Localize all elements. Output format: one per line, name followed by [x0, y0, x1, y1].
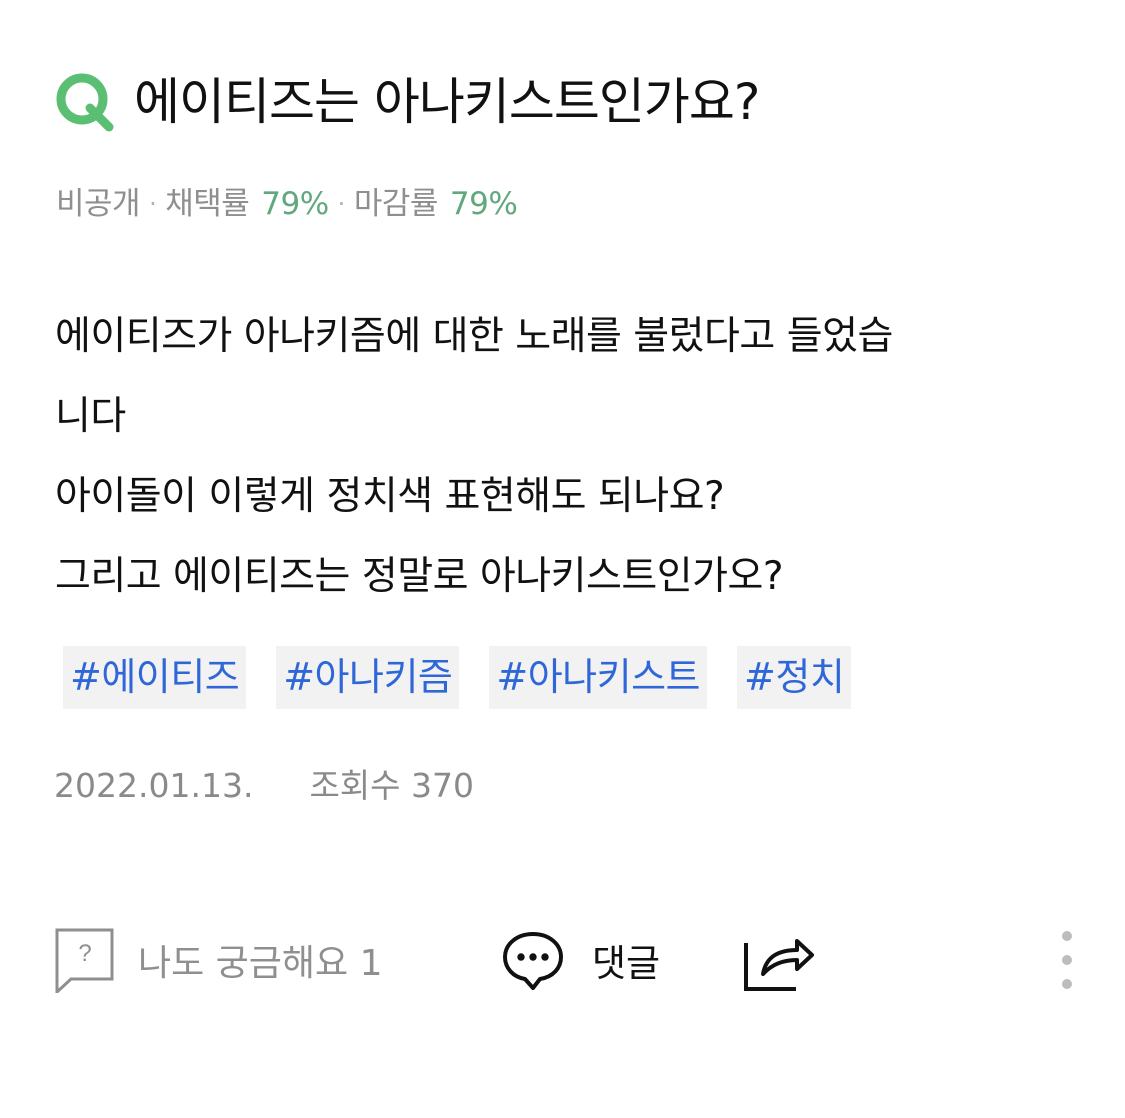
adoption-rate-label: 채택률: [165, 186, 250, 222]
more-options-button[interactable]: [1052, 925, 1082, 995]
post-date: 2022.01.13.: [54, 766, 254, 805]
comment-label: 댓글: [592, 942, 661, 985]
question-actions: ? 나도 궁금해요 1 댓글: [54, 925, 1084, 995]
tag-anarchism[interactable]: #아나키즘: [276, 646, 460, 709]
question-body: 에이티즈가 아나키즘에 대한 노래를 불렀다고 들었습 니다 아이돌이 이렇게 …: [55, 297, 1055, 617]
curious-button[interactable]: ? 나도 궁금해요 1: [54, 925, 383, 995]
question-header: 에이티즈는 아나키스트인가요?: [54, 66, 1074, 138]
vertical-dots-icon: [1062, 931, 1072, 989]
tag-anarchist[interactable]: #아나키스트: [489, 646, 708, 709]
chat-bubble-icon: [503, 932, 563, 990]
closing-rate-value: 79%: [449, 186, 518, 222]
curious-label: 나도 궁금해요 1: [138, 943, 383, 984]
question-page: 에이티즈는 아나키스트인가요? 비공개 · 채택률 79% · 마감률 79% …: [0, 0, 1125, 1118]
adoption-rate-value: 79%: [261, 186, 329, 222]
question-body-line: 니다: [55, 394, 126, 439]
closing-rate-label: 마감률: [353, 186, 439, 222]
tag-list: #에이티즈 #아나키즘 #아나키스트 #정치: [63, 646, 852, 709]
svg-text:?: ?: [78, 940, 91, 967]
comment-button[interactable]: 댓글: [500, 925, 660, 995]
q-icon: [56, 73, 114, 132]
question-body-line: 아이돌이 이렇게 정치색 표현해도 되나요?: [55, 474, 725, 519]
visibility-status: 비공개: [56, 186, 141, 222]
meta-separator: ·: [337, 190, 346, 218]
question-meta: 비공개 · 채택률 79% · 마감률 79%: [56, 182, 518, 226]
tag-politics[interactable]: #정치: [737, 646, 852, 709]
meta-separator: ·: [149, 190, 157, 218]
question-bubble-icon: ?: [55, 928, 114, 993]
post-info: 2022.01.13. 조회수 370: [54, 763, 474, 809]
tag-ateez[interactable]: #에이티즈: [63, 646, 247, 709]
question-title: 에이티즈는 아나키스트인가요?: [134, 73, 760, 131]
share-button[interactable]: [742, 925, 816, 995]
share-icon: [744, 939, 814, 991]
question-body-line: 그리고 에이티즈는 정말로 아나키스트인가오?: [55, 554, 784, 599]
question-body-line: 에이티즈가 아나키즘에 대한 노래를 불렀다고 들었습: [55, 314, 893, 359]
view-count: 조회수 370: [309, 766, 474, 805]
